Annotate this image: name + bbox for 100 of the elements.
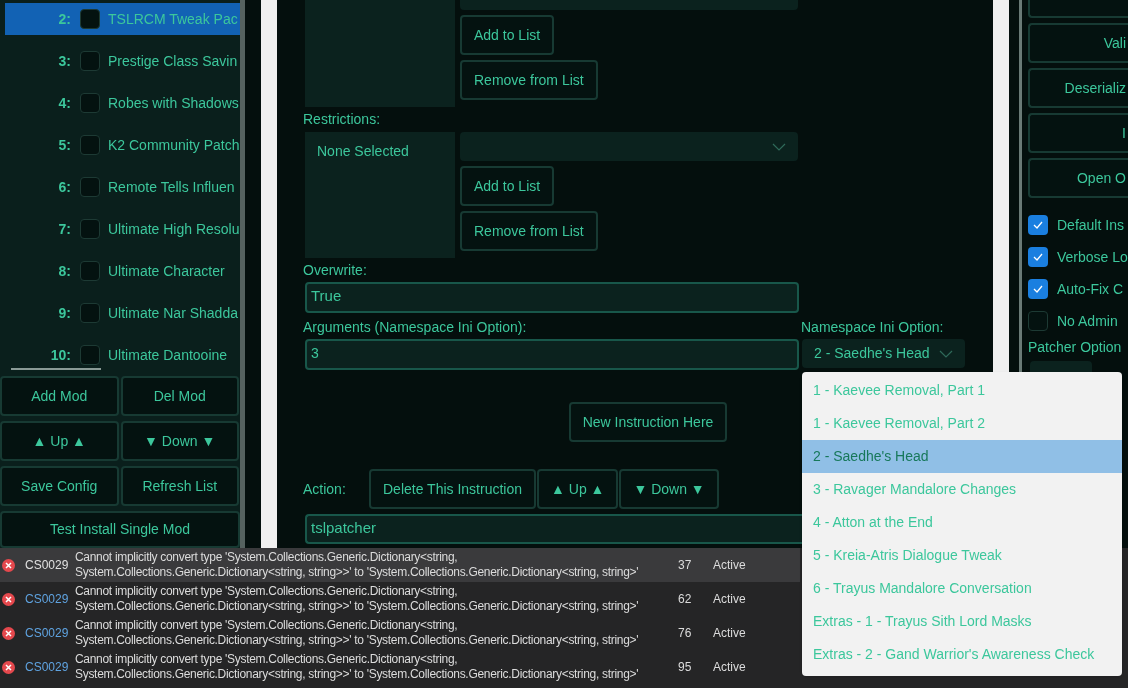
item-number: 9: bbox=[57, 303, 71, 323]
check-icon bbox=[1033, 253, 1043, 261]
scrollbar[interactable] bbox=[11, 368, 101, 370]
check-icon bbox=[1033, 285, 1043, 293]
error-row[interactable] bbox=[0, 548, 800, 582]
button[interactable]: Add Mod bbox=[0, 376, 119, 416]
input-field[interactable]: True bbox=[305, 282, 799, 313]
item-number: 10: bbox=[49, 345, 71, 365]
checkbox[interactable] bbox=[80, 261, 100, 281]
error-message: Cannot implicitly convert type 'System.Collections.Generic.Dictionary<string, System.Collections.Generic.Dictionary<string, string>>' to 'System.Collections.Generic.Dictionary<string, string>' bbox=[75, 618, 640, 648]
item-number: 4: bbox=[57, 93, 71, 113]
mod-name: Ultimate High Resolu bbox=[108, 219, 240, 239]
button[interactable]: Deserializ bbox=[1028, 68, 1128, 108]
mod-name: Ultimate Character bbox=[108, 261, 225, 281]
mod-list-item[interactable]: 5: K2 Community Patch bbox=[5, 129, 240, 161]
error-code: CS0029 bbox=[25, 591, 70, 608]
line-number: 62 bbox=[678, 591, 693, 608]
field-label: Restrictions: bbox=[303, 111, 382, 127]
mod-list-item[interactable]: 3: Prestige Class Savin bbox=[5, 45, 240, 77]
mod-list-item[interactable]: 6: Remote Tells Influen bbox=[5, 171, 240, 203]
input-field[interactable]: tslpatcher bbox=[305, 514, 802, 544]
item-number: 5: bbox=[57, 135, 71, 155]
mod-list-item[interactable]: 10: Ultimate Dantooine bbox=[5, 339, 240, 371]
checkbox[interactable] bbox=[80, 345, 100, 365]
line-number: 37 bbox=[678, 557, 693, 574]
button[interactable]: I bbox=[1028, 113, 1128, 153]
checkbox[interactable] bbox=[80, 51, 100, 71]
field-label: Arguments (Namespace Ini Option): bbox=[303, 319, 528, 335]
mod-name: TSLRCM Tweak Pac bbox=[108, 9, 238, 29]
error-state: Active bbox=[713, 659, 746, 676]
dropdown-field[interactable] bbox=[460, 132, 798, 161]
error-code: CS0029 bbox=[25, 625, 70, 642]
checkbox[interactable] bbox=[80, 219, 100, 239]
line-number: 95 bbox=[678, 659, 693, 676]
input-field[interactable]: 3 bbox=[305, 339, 799, 370]
button[interactable]: Test Install Single Mod bbox=[0, 511, 240, 548]
item-number: 2: bbox=[57, 9, 71, 29]
mod-list-item[interactable]: 4: Robes with Shadows bbox=[5, 87, 240, 119]
button[interactable]: Refresh List bbox=[120, 466, 239, 506]
error-message: Cannot implicitly convert type 'System.Collections.Generic.Dictionary<string, System.Collections.Generic.Dictionary<string, string>>' to 'System.Collections.Generic.Dictionary<string, string>' bbox=[75, 550, 640, 580]
button[interactable]: Save Config bbox=[0, 466, 119, 506]
error-icon bbox=[2, 558, 15, 572]
checkbox-label: Default Ins bbox=[1057, 215, 1124, 235]
button[interactable]: Vali bbox=[1028, 23, 1128, 63]
checkbox[interactable] bbox=[80, 135, 100, 155]
mod-name: Robes with Shadows bbox=[108, 93, 239, 113]
checkbox[interactable] bbox=[80, 9, 100, 29]
button[interactable]: Open O bbox=[1028, 158, 1128, 198]
mod-name: Remote Tells Influen bbox=[108, 177, 235, 197]
mod-list-item[interactable]: 8: Ultimate Character bbox=[5, 255, 240, 287]
checkbox[interactable] bbox=[1028, 215, 1048, 235]
field-label: Action: bbox=[303, 479, 347, 499]
item-number: 7: bbox=[57, 219, 71, 239]
checkbox-label: Verbose Lo bbox=[1057, 247, 1128, 267]
error-code: CS0029 bbox=[25, 557, 70, 574]
checkbox[interactable] bbox=[1028, 279, 1048, 299]
error-icon bbox=[2, 592, 15, 606]
button[interactable]: ▼ Down ▼ bbox=[619, 469, 719, 509]
button[interactable]: Remove from List bbox=[460, 60, 598, 100]
checkbox[interactable] bbox=[80, 93, 100, 113]
item-number: 6: bbox=[57, 177, 71, 197]
button[interactable]: Delete This Instruction bbox=[369, 469, 537, 509]
field-label: Overwrite: bbox=[303, 262, 368, 278]
error-code: CS0029 bbox=[25, 659, 70, 676]
button[interactable]: ▲ Up ▲ bbox=[537, 469, 619, 509]
mod-name: Prestige Class Savin bbox=[108, 51, 238, 71]
error-state: Active bbox=[713, 557, 746, 574]
item-number: 8: bbox=[57, 261, 71, 281]
button[interactable]: New Instruction Here bbox=[568, 402, 728, 442]
section-label: Patcher Option bbox=[1028, 338, 1123, 357]
checkbox-label: Auto-Fix C bbox=[1057, 279, 1124, 299]
button[interactable]: Del Mod bbox=[120, 376, 239, 416]
mod-list-item[interactable]: 9: Ultimate Nar Shadda bbox=[5, 297, 240, 329]
error-message: Cannot implicitly convert type 'System.Collections.Generic.Dictionary<string, System.Collections.Generic.Dictionary<string, string>>' to 'System.Collections.Generic.Dictionary<string, string>' bbox=[75, 652, 640, 682]
mod-name: Ultimate Dantooine bbox=[108, 345, 228, 365]
line-number: 76 bbox=[678, 625, 693, 642]
button[interactable]: Remove from List bbox=[460, 211, 598, 251]
chevron-down-icon bbox=[939, 349, 953, 358]
selection-list[interactable]: None Selected bbox=[305, 132, 455, 258]
field-label: Namespace Ini Option: bbox=[801, 319, 945, 335]
error-state: Active bbox=[713, 625, 746, 642]
button[interactable]: ▲ Up ▲ bbox=[0, 421, 119, 461]
check-icon bbox=[1033, 221, 1043, 229]
checkbox[interactable] bbox=[80, 303, 100, 323]
item-number: 3: bbox=[57, 51, 71, 71]
scrollbar[interactable] bbox=[240, 0, 245, 548]
button[interactable]: Add to List bbox=[460, 166, 555, 206]
mod-name: K2 Community Patch bbox=[108, 135, 240, 155]
error-icon bbox=[2, 626, 15, 640]
error-message: Cannot implicitly convert type 'System.Collections.Generic.Dictionary<string, System.Collections.Generic.Dictionary<string, string>>' to 'System.Collections.Generic.Dictionary<string, string>' bbox=[75, 584, 640, 614]
mod-list-item[interactable]: 7: Ultimate High Resolu bbox=[5, 213, 240, 245]
chevron-down-icon bbox=[772, 142, 786, 151]
mod-name: Ultimate Nar Shadda bbox=[108, 303, 238, 323]
dropdown-field[interactable]: 2 - Saedhe's Head bbox=[802, 339, 965, 368]
error-state: Active bbox=[713, 591, 746, 608]
checkbox[interactable] bbox=[1028, 311, 1048, 331]
button[interactable]: Add to List bbox=[460, 15, 555, 55]
button[interactable]: ▼ Down ▼ bbox=[120, 421, 239, 461]
checkbox[interactable] bbox=[1028, 247, 1048, 267]
checkbox[interactable] bbox=[80, 177, 100, 197]
